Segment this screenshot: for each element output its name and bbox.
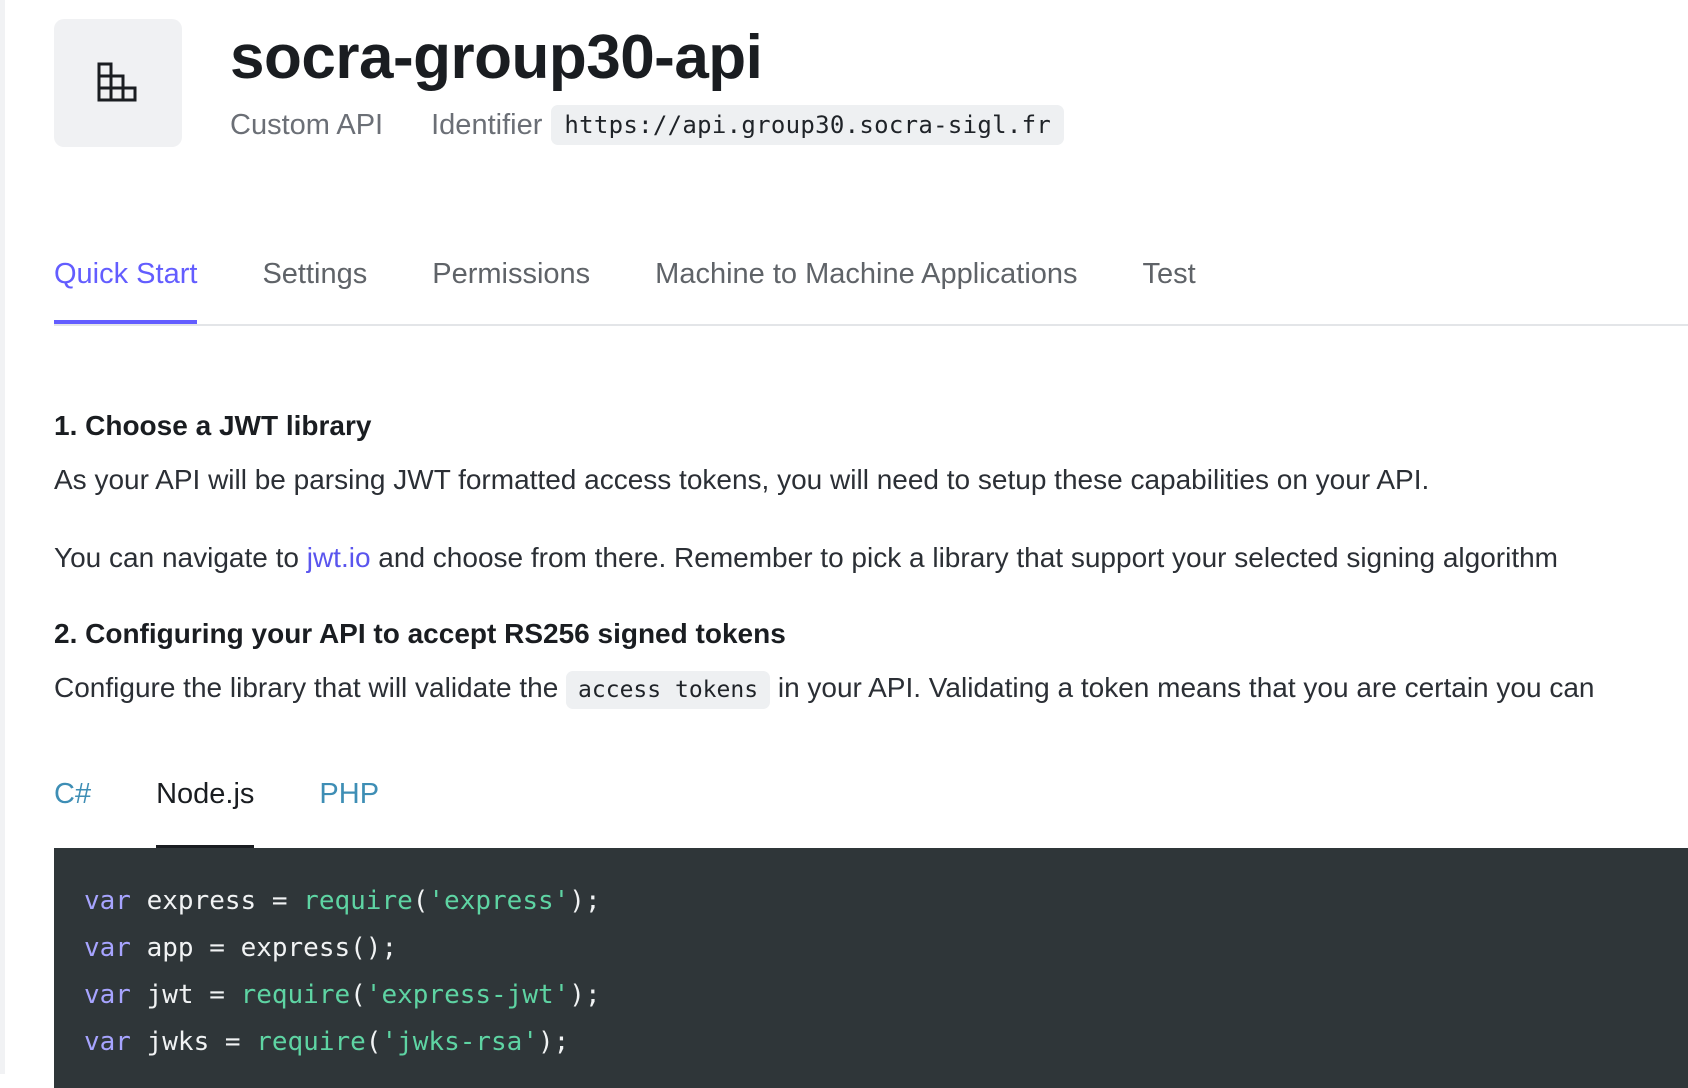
code-var-name: app xyxy=(146,933,194,963)
api-logo xyxy=(54,19,182,147)
code-keyword: var xyxy=(84,886,131,916)
api-meta: Custom API Identifier https://api.group3… xyxy=(230,104,1065,146)
tab-php[interactable]: PHP xyxy=(319,770,379,848)
code-paren-open: ( xyxy=(365,1027,382,1057)
language-tabs: C# Node.js PHP xyxy=(54,770,444,848)
code-line: var jwt = require('express-jwt'); xyxy=(84,976,1688,1023)
code-function: require xyxy=(256,1027,366,1057)
code-var-name: jwks xyxy=(146,1027,210,1057)
step1-navigate-text: You can navigate to jwt.io and choose fr… xyxy=(54,542,1558,574)
code-var-name: express xyxy=(146,886,257,916)
api-type: Custom API xyxy=(230,108,384,141)
step1-navigate-after: and choose from there. Remember to pick … xyxy=(370,542,1559,573)
step2-description: Configure the library that will validate… xyxy=(54,671,1595,709)
code-paren-open: ( xyxy=(350,980,366,1010)
code-line: var express = require('express'); xyxy=(84,882,1688,929)
code-keyword: var xyxy=(84,1027,131,1057)
code-string: 'express' xyxy=(428,886,570,916)
page-title: socra-group30-api xyxy=(230,23,763,92)
code-function: require xyxy=(303,886,413,916)
code-paren-close: ); xyxy=(538,1027,570,1057)
tab-test[interactable]: Test xyxy=(1143,240,1196,324)
tab-csharp[interactable]: C# xyxy=(54,770,91,848)
jwt-io-link[interactable]: jwt.io xyxy=(307,542,371,573)
building-blocks-icon xyxy=(97,62,137,102)
step2-description-after: in your API. Validating a token means th… xyxy=(770,672,1595,703)
step2-heading: 2. Configuring your API to accept RS256 … xyxy=(54,618,786,649)
code-keyword: var xyxy=(84,980,131,1010)
tab-quick-start[interactable]: Quick Start xyxy=(54,240,198,324)
step1-navigate-before: You can navigate to xyxy=(54,542,307,573)
code-call: express(); xyxy=(240,933,398,963)
tab-settings[interactable]: Settings xyxy=(262,240,367,324)
tab-nodejs[interactable]: Node.js xyxy=(156,770,255,848)
code-paren-open: ( xyxy=(412,886,429,916)
identifier-value: https://api.group30.socra-sigl.fr xyxy=(551,105,1065,145)
code-operator: = xyxy=(209,1027,257,1057)
code-operator: = xyxy=(193,933,241,963)
code-block: var express = require('express'); var ap… xyxy=(54,848,1688,1088)
code-keyword: var xyxy=(84,933,131,963)
code-operator: = xyxy=(256,886,304,916)
code-paren-close: ); xyxy=(569,980,601,1010)
step1-description: As your API will be parsing JWT formatte… xyxy=(54,464,1430,495)
code-line: var app = express(); xyxy=(84,929,1688,976)
step1-heading: 1. Choose a JWT library xyxy=(54,410,372,441)
tab-machine-to-machine-applications[interactable]: Machine to Machine Applications xyxy=(655,240,1077,324)
access-tokens-code: access tokens xyxy=(566,671,771,709)
code-var-name: jwt xyxy=(146,980,194,1010)
tab-permissions[interactable]: Permissions xyxy=(432,240,590,324)
identifier-label: Identifier xyxy=(431,108,543,141)
left-border xyxy=(0,0,5,1074)
code-paren-close: ); xyxy=(569,886,601,916)
code-string: 'express-jwt' xyxy=(365,980,570,1010)
api-tabs: Quick Start Settings Permissions Machine… xyxy=(54,240,1688,326)
code-operator: = xyxy=(193,980,241,1010)
step2-description-before: Configure the library that will validate… xyxy=(54,672,567,703)
code-function: require xyxy=(240,980,351,1010)
code-string: 'jwks-rsa' xyxy=(381,1027,538,1057)
code-line: var jwks = require('jwks-rsa'); xyxy=(84,1023,1688,1070)
